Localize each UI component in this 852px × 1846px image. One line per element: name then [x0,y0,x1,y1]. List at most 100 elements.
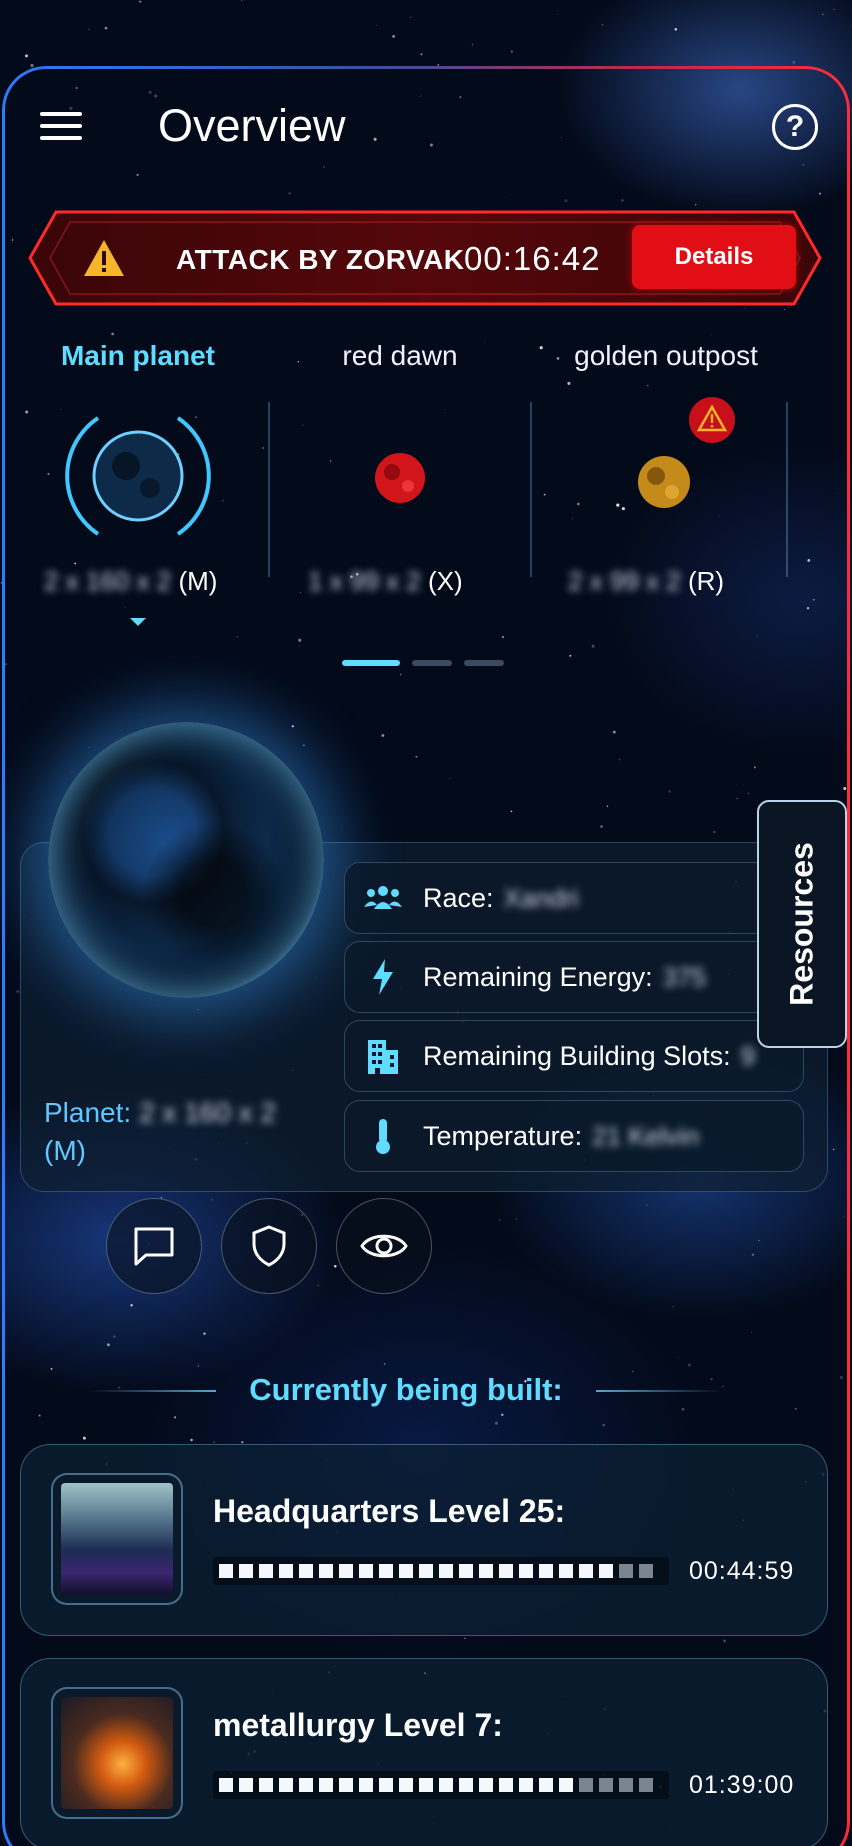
attack-banner[interactable]: ATTACK BY ZORVAK 00:16:42 Details [26,208,824,308]
build-item-name: Headquarters Level 25: [213,1493,566,1529]
progress-segment [519,1564,533,1578]
progress-segment [479,1564,493,1578]
build-item-card[interactable]: Headquarters Level 25: 00:44:59 [20,1444,828,1636]
progress-segment [439,1564,453,1578]
info-value: 9 [740,1040,756,1071]
info-label: Remaining Building Slots: [423,1040,731,1071]
progress-segment [299,1778,313,1792]
lightning-icon [363,957,403,997]
progress-segment [539,1778,553,1792]
eye-button[interactable] [336,1198,432,1294]
progress-segment [579,1778,593,1792]
progress-segment [399,1564,413,1578]
progress-segment [339,1564,353,1578]
progress-segment [559,1778,573,1792]
build-progress-bar [213,1557,669,1585]
info-label: Remaining Energy: [423,961,653,992]
shield-icon [252,1225,286,1267]
menu-icon[interactable] [40,112,82,144]
progress-segment [379,1778,393,1792]
selected-caret-icon [130,618,146,626]
divider [530,402,532,577]
planet-item-golden-outpost[interactable]: golden outpost [536,340,796,372]
resources-tab[interactable]: Resources [757,800,847,1048]
planet-name: Main planet [60,340,215,371]
planet-label-prefix: Planet: [44,1097,132,1128]
pager-dot[interactable] [412,660,452,666]
details-button[interactable]: Details [632,225,796,289]
build-item-name: metallurgy Level 7: [213,1707,503,1743]
progress-segment [359,1778,373,1792]
info-value: Xandri [503,882,579,913]
info-value: 21 Kelvin [592,1120,700,1151]
progress-segment [479,1778,493,1792]
progress-segment [419,1778,433,1792]
planet-size: (M) [44,1135,86,1166]
planet-coord-main: 2 x 160 x 2 (M) [44,566,217,597]
coord-value: 2 x 99 x 2 [568,566,681,596]
info-label: Temperature: [423,1120,583,1151]
progress-segment [499,1564,513,1578]
alert-badge-icon [689,397,735,443]
build-time-remaining: 00:44:59 [689,1557,795,1585]
planet-coord-red-dawn: 1 x 99 x 2 (X) [308,566,463,597]
people-icon [363,878,403,918]
progress-segment [619,1778,633,1792]
info-row-energy: Remaining Energy: 375 [344,941,804,1013]
progress-segment [499,1778,513,1792]
building-icon [363,1036,403,1076]
building-thumbnail [51,1687,183,1819]
divider [786,402,788,577]
progress-segment [319,1778,333,1792]
planet-item-red-dawn[interactable]: red dawn [270,340,530,372]
page-title: Overview [158,100,346,151]
planet-name: golden outpost [574,340,758,371]
shield-button[interactable] [221,1198,317,1294]
progress-segment [359,1564,373,1578]
progress-segment [559,1564,573,1578]
info-row-temperature: Temperature: 21 Kelvin [344,1100,804,1172]
progress-segment [259,1564,273,1578]
progress-segment [259,1778,273,1792]
chat-button[interactable] [106,1198,202,1294]
attack-text: ATTACK BY ZORVAK [176,244,465,275]
size-value: (X) [427,566,463,596]
pager-dot[interactable] [464,660,504,666]
progress-segment [519,1778,533,1792]
planet-label: Planet: 2 x 160 x 2 (M) [44,1094,314,1170]
progress-segment [639,1564,653,1578]
progress-segment [239,1778,253,1792]
planet-name: red dawn [342,340,458,371]
progress-segment [239,1564,253,1578]
info-label: Race: [423,882,494,913]
progress-segment [439,1778,453,1792]
progress-segment [419,1564,433,1578]
help-icon[interactable]: ? [772,104,818,150]
build-item-card[interactable]: metallurgy Level 7: 01:39:00 [20,1658,828,1846]
info-value: 375 [662,961,707,992]
progress-segment [319,1564,333,1578]
progress-segment [459,1778,473,1792]
golden-planet-icon[interactable] [636,454,692,510]
warning-icon [84,240,124,276]
planet-item-main[interactable]: Main planet [8,340,268,372]
progress-segment [459,1564,473,1578]
coord-value: 1 x 99 x 2 [308,566,421,596]
pager-dot-active[interactable] [342,660,400,666]
progress-segment [599,1778,613,1792]
progress-segment [639,1778,653,1792]
size-value: (M) [178,566,218,596]
planet-image [48,722,324,998]
divider [268,402,270,577]
thermometer-icon [363,1116,403,1156]
selected-planet-ring [65,416,211,536]
red-planet-icon[interactable] [370,450,430,506]
progress-segment [339,1778,353,1792]
coord-value: 2 x 160 x 2 [44,566,172,596]
progress-segment [299,1564,313,1578]
progress-segment [579,1564,593,1578]
progress-segment [219,1778,233,1792]
progress-segment [539,1564,553,1578]
progress-segment [379,1564,393,1578]
progress-segment [219,1564,233,1578]
